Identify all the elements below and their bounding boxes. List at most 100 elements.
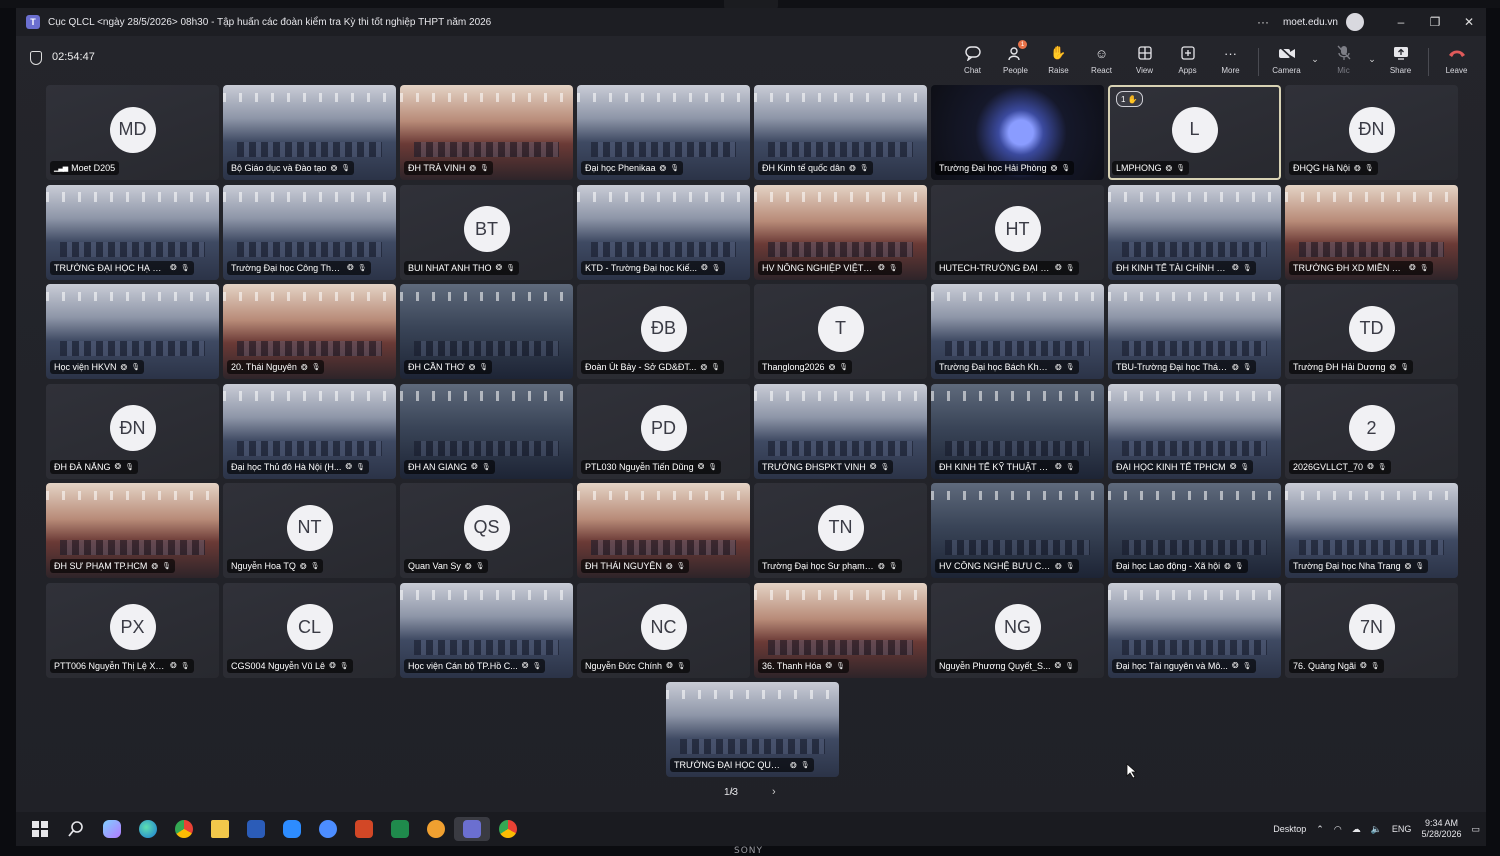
participant-tile[interactable]: ĐH KINH TẾ TÀI CHÍNH TP.H... ❂🎙 [1108, 184, 1281, 280]
apps-button[interactable]: Apps [1166, 40, 1209, 75]
mic-options-chevron-icon[interactable]: ⌄ [1365, 54, 1379, 65]
participant-tile[interactable]: T Thanglong2026 ❂ 🎙 [754, 284, 927, 379]
taskbar-app-messenger[interactable] [310, 817, 346, 841]
participant-tile[interactable]: Bộ Giáo dục và Đào tạo ❂ 🎙 [223, 85, 396, 180]
participant-tile[interactable]: PX PTT006 Nguyễn Thị Lệ Xu... ❂ 🎙 [46, 582, 219, 678]
notification-icon[interactable]: ▭ [1471, 824, 1480, 835]
minimize-button[interactable]: – [1384, 15, 1418, 29]
chat-button[interactable]: Chat [951, 40, 994, 75]
desktop-toolbar-label[interactable]: Desktop [1273, 824, 1306, 834]
wifi-icon[interactable]: ◠ [1334, 824, 1342, 835]
participant-tile[interactable]: TN Trường Đại học Sư phạm ... ❂ 🎙 [754, 483, 927, 578]
mic-muted-icon: 🎙 [670, 165, 680, 172]
more-options-icon[interactable]: ··· [1257, 15, 1269, 29]
participant-tile[interactable]: NC Nguyễn Đức Chính ❂ 🎙 [577, 582, 750, 678]
view-button[interactable]: View [1123, 40, 1166, 75]
participant-tile[interactable]: TBU-Trường Đại học Thái ... ❂ 🎙 [1108, 284, 1281, 379]
mic-button[interactable]: Mic [1322, 40, 1365, 75]
participant-tile[interactable]: Trường Đại học Hải Phòng ❂ 🎙 [931, 85, 1104, 180]
taskbar-app-chrome[interactable] [166, 817, 202, 841]
participant-tile[interactable]: TRƯỜNG ĐHSPKT VINH ❂ 🎙 [754, 383, 927, 479]
share-button[interactable]: Share [1379, 40, 1422, 75]
taskbar-app-teams[interactable] [454, 817, 490, 841]
next-page-chevron-icon[interactable]: › [772, 786, 776, 798]
participant-tile[interactable]: ĐN ĐH ĐÀ NẴNG ❂ 🎙 [46, 383, 219, 479]
camera-button[interactable]: Camera [1265, 40, 1308, 75]
cloud-icon[interactable]: ☁ [1352, 824, 1361, 835]
search-button[interactable] [58, 817, 94, 841]
participant-tile[interactable]: TRƯỜNG ĐẠI HỌC QUỐC... ❂ 🎙 [666, 682, 839, 777]
participant-tile[interactable]: 7N 76. Quảng Ngãi ❂ 🎙 [1285, 582, 1458, 678]
participant-tile[interactable]: ĐN ĐHQG Hà Nội ❂ 🎙 [1285, 85, 1458, 180]
participant-tile[interactable]: Trường Đại học Bách Kho... ❂ 🎙 [931, 284, 1104, 379]
participant-tile[interactable]: MD ▁▃▅ Moet D205 [46, 85, 219, 180]
participant-tile[interactable]: HV CÔNG NGHỆ BƯU CHÍNH ... ❂🎙 [931, 483, 1104, 578]
close-button[interactable]: ✕ [1452, 15, 1486, 29]
participant-tile[interactable]: HV NÔNG NGHIỆP VIỆT NAM ❂ 🎙 [754, 184, 927, 280]
participant-tile[interactable]: PD PTL030 Nguyễn Tiến Dũng ❂ 🎙 [577, 383, 750, 479]
tray-overflow-chevron-icon[interactable]: ⌃ [1316, 824, 1324, 835]
participant-tile[interactable]: BT BUI NHAT ANH THO ❂ 🎙 [400, 184, 573, 280]
camera-options-chevron-icon[interactable]: ⌄ [1308, 54, 1322, 65]
participant-name: TRƯỜNG ĐẠI HỌC HẠ LO... [54, 262, 166, 273]
participant-tile[interactable]: 36. Thanh Hóa ❂ 🎙 [754, 582, 927, 678]
maximize-button[interactable]: ❐ [1418, 15, 1452, 29]
people-button[interactable]: 1 People [994, 40, 1037, 75]
participant-tile[interactable]: L 1 ✋ LMPHONG ❂ 🎙 [1108, 85, 1281, 180]
participant-tile[interactable]: Đại học Tài nguyên và Mô... ❂ 🎙 [1108, 582, 1281, 678]
raise-hand-button[interactable]: ✋ Raise [1037, 40, 1080, 75]
taskbar-app-search-tool[interactable] [418, 817, 454, 841]
participant-name: Trường Đại học Công Thư... [231, 262, 343, 273]
participant-name: Trường ĐH Hải Dương [1293, 362, 1386, 372]
participant-tile[interactable]: Đại học Lao động - Xã hội ❂ 🎙 [1108, 483, 1281, 578]
participant-tile[interactable]: KTD - Trường Đại học Kiế... ❂ 🎙 [577, 184, 750, 280]
taskbar-app-copilot[interactable] [94, 817, 130, 841]
participant-tile[interactable]: ĐH SƯ PHẠM TP.HCM ❂ 🎙 [46, 483, 219, 578]
participant-tile[interactable]: Học viện Cán bộ TP.Hồ C... ❂ 🎙 [400, 582, 573, 678]
leave-button[interactable]: Leave [1435, 40, 1478, 75]
language-indicator[interactable]: ENG [1392, 824, 1412, 834]
video-feed-room [59, 241, 206, 257]
system-clock[interactable]: 9:34 AM 5/28/2026 [1421, 818, 1461, 840]
participant-tile[interactable]: CL CGS004 Nguyễn Vũ Lê ❂ 🎙 [223, 582, 396, 678]
participant-tile[interactable]: TRƯỜNG ĐẠI HỌC HẠ LO... ❂ 🎙 [46, 184, 219, 280]
taskbar-app-explorer[interactable] [202, 817, 238, 841]
participant-tile[interactable]: 20. Thái Nguyên ❂ 🎙 [223, 284, 396, 379]
account-avatar[interactable] [1346, 13, 1364, 31]
participant-tile[interactable]: ĐH TRÀ VINH ❂ 🎙 [400, 85, 573, 180]
react-button[interactable]: ☺ React [1080, 40, 1123, 76]
taskbar-app-excel[interactable] [382, 817, 418, 841]
participant-tile[interactable]: TRƯỜNG ĐH XD MIỀN TÂY ❂ 🎙 [1285, 184, 1458, 280]
participant-tile[interactable]: ĐH AN GIANG ❂ 🎙 [400, 383, 573, 479]
participant-tile[interactable]: Đại học Thủ đô Hà Nội (H... ❂ 🎙 [223, 383, 396, 479]
participant-tile[interactable]: 2 2026GVLLCT_70 ❂ 🎙 [1285, 383, 1458, 479]
participant-tile[interactable]: ĐẠI HỌC KINH TẾ TPHCM ❂ 🎙 [1108, 383, 1281, 479]
taskbar-app-word[interactable] [238, 817, 274, 841]
camera-label: Camera [1272, 66, 1301, 75]
start-button[interactable] [22, 817, 58, 841]
participant-tile[interactable]: NT Nguyễn Hoa TQ ❂ 🎙 [223, 483, 396, 578]
participant-tile[interactable]: Trường Đại học Công Thư... ❂ 🎙 [223, 184, 396, 280]
participant-tile[interactable]: QS Quan Van Sy ❂ 🎙 [400, 483, 573, 578]
participant-tile[interactable]: ĐB Đoàn Út Bảy - Sở GD&ĐT... ❂ 🎙 [577, 284, 750, 379]
participant-tile[interactable]: ĐH CẦN THƠ ❂ 🎙 [400, 284, 573, 379]
participant-tile[interactable]: Học viện HKVN ❂ 🎙 [46, 284, 219, 379]
people-label: People [1003, 66, 1028, 75]
participant-tile[interactable]: ĐH Kinh tế quốc dân ❂ 🎙 [754, 85, 927, 180]
taskbar-app-zoom[interactable] [274, 817, 310, 841]
speaker-indicator-icon: ❂ [1229, 462, 1237, 471]
video-feed-ceiling-lights [46, 291, 219, 302]
participant-tile[interactable]: ĐH KINH TẾ KỸ THUẬT CÔNG... ❂🎙 [931, 383, 1104, 479]
participant-tile[interactable]: Đại học Phenikaa ❂ 🎙 [577, 85, 750, 180]
participant-tile[interactable]: TD Trường ĐH Hải Dương ❂ 🎙 [1285, 284, 1458, 379]
taskbar-app-edge[interactable] [130, 817, 166, 841]
participant-tile[interactable]: NG Nguyễn Phương Quyết_S... ❂ 🎙 [931, 582, 1104, 678]
taskbar-app-chrome-2[interactable] [490, 817, 526, 841]
taskbar-app-powerpoint[interactable] [346, 817, 382, 841]
participant-tile[interactable]: ĐH THÁI NGUYÊN ❂ 🎙 [577, 483, 750, 578]
volume-icon[interactable]: 🔈 [1371, 824, 1382, 835]
speaker-indicator-icon: ❂ [1165, 163, 1173, 173]
participant-tile[interactable]: Trường Đại học Nha Trang ❂ 🎙 [1285, 483, 1458, 578]
more-button[interactable]: ··· More [1209, 40, 1252, 76]
participant-tile[interactable]: HT HUTECH-TRƯỜNG ĐẠI H... ❂ 🎙 [931, 184, 1104, 280]
